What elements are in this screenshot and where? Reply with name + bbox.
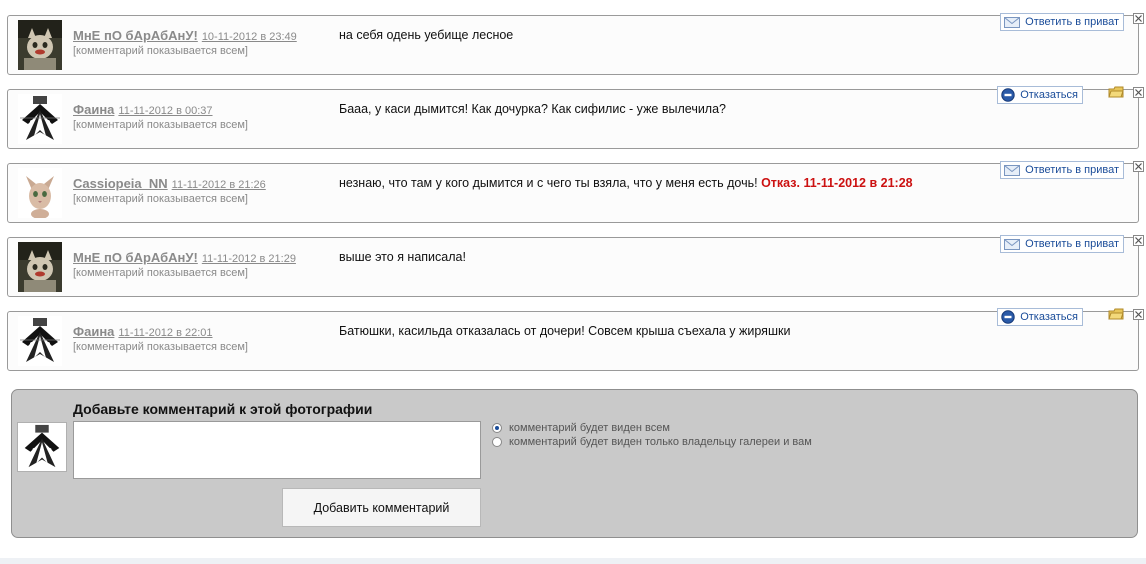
- refusal-notice: Отказ. 11-11-2012 в 21:28: [761, 176, 913, 190]
- refuse-label: Отказаться: [1020, 89, 1078, 101]
- minus-circle-icon: [1001, 310, 1015, 324]
- visibility-note: [комментарий показывается всем]: [73, 193, 248, 205]
- comment-text: выше это я написала!: [339, 250, 466, 264]
- avatar[interactable]: [18, 242, 62, 292]
- refuse-button[interactable]: Отказаться: [997, 308, 1083, 326]
- visibility-note: [комментарий показывается всем]: [73, 119, 248, 131]
- refuse-label: Отказаться: [1020, 311, 1078, 323]
- author-link[interactable]: МнЕ пО бАрАбАнУ! 11-11-2012 в 21:29: [73, 250, 296, 265]
- avatar: [17, 422, 67, 472]
- author-name[interactable]: Cassiopeia_NN: [73, 176, 168, 191]
- cat-avatar-icon: [18, 242, 62, 292]
- minus-circle-icon: [1001, 88, 1015, 102]
- avatar[interactable]: [18, 94, 62, 144]
- comment-item: МнЕ пО бАрАбАнУ! 11-11-2012 в 21:29 [комм…: [7, 235, 1144, 297]
- envelope-icon: [1004, 238, 1021, 250]
- author-link[interactable]: МнЕ пО бАрАбАнУ! 10-11-2012 в 23:49: [73, 28, 297, 43]
- bw-drawing-avatar-icon: [18, 316, 62, 366]
- visibility-note: [комментарий показывается всем]: [73, 267, 248, 279]
- reply-private-button[interactable]: Ответить в приват: [1000, 235, 1124, 253]
- comment-date: 10-11-2012 в 23:49: [201, 31, 297, 43]
- bw-drawing-avatar-icon: [18, 94, 62, 144]
- cat-avatar-icon: [18, 20, 62, 70]
- close-icon[interactable]: [1133, 87, 1144, 98]
- comment-body: на себя одень уебище лесное: [339, 28, 514, 42]
- comment-body: незнаю, что там у кого дымится и с чего …: [339, 176, 758, 190]
- add-comment-panel: Добавьте комментарий к этой фотографии к…: [11, 389, 1138, 538]
- visibility-note: [комментарий показывается всем]: [73, 341, 248, 353]
- author-name[interactable]: МнЕ пО бАрАбАнУ!: [73, 28, 198, 43]
- avatar[interactable]: [18, 168, 62, 218]
- radio-button-owner[interactable]: [492, 437, 502, 447]
- radio-button-all[interactable]: [492, 423, 502, 433]
- reply-private-label: Ответить в приват: [1025, 16, 1119, 28]
- comment-item: Фаина 11-11-2012 в 00:37 [комментарий пок…: [7, 86, 1144, 149]
- visibility-option-all[interactable]: комментарий будет виден всем: [492, 422, 670, 434]
- author-name[interactable]: Фаина: [73, 102, 114, 117]
- close-icon[interactable]: [1133, 13, 1144, 24]
- author-link[interactable]: Фаина 11-11-2012 в 22:01: [73, 324, 213, 339]
- envelope-icon: [1004, 164, 1021, 176]
- add-comment-title: Добавьте комментарий к этой фотографии: [73, 401, 373, 417]
- sphynx-cat-avatar-icon: [18, 168, 62, 218]
- envelope-icon: [1004, 16, 1021, 28]
- visibility-note: [комментарий показывается всем]: [73, 45, 248, 57]
- bw-drawing-avatar-icon: [20, 423, 64, 471]
- folder-icon[interactable]: [1108, 307, 1124, 320]
- author-name[interactable]: Фаина: [73, 324, 114, 339]
- close-icon[interactable]: [1133, 309, 1144, 320]
- folder-icon[interactable]: [1108, 85, 1124, 98]
- comment-text: на себя одень уебище лесное: [339, 28, 513, 42]
- comment-body: Бааа, у каси дымится! Как дочурка? Как с…: [339, 102, 727, 116]
- author-link[interactable]: Cassiopeia_NN 11-11-2012 в 21:26: [73, 176, 266, 191]
- comment-date: 11-11-2012 в 00:37: [118, 105, 213, 117]
- page-footer-strip: [0, 558, 1146, 564]
- avatar[interactable]: [18, 20, 62, 70]
- author-name[interactable]: МнЕ пО бАрАбАнУ!: [73, 250, 198, 265]
- comment-text: Бааа, у каси дымится! Как дочурка? Как с…: [339, 102, 726, 116]
- visibility-option-owner[interactable]: комментарий будет виден только владельцу…: [492, 436, 812, 448]
- comment-textarea[interactable]: [73, 421, 481, 479]
- comment-date: 11-11-2012 в 21:29: [201, 253, 296, 265]
- author-link[interactable]: Фаина 11-11-2012 в 00:37: [73, 102, 213, 117]
- add-comment-button[interactable]: Добавить комментарий: [282, 488, 481, 527]
- avatar[interactable]: [18, 316, 62, 366]
- close-icon[interactable]: [1133, 161, 1144, 172]
- comment-text: незнаю, что там у кого дымится и с чего …: [339, 176, 913, 190]
- comment-body: Батюшки, касильда отказалась от дочери! …: [339, 324, 791, 338]
- reply-private-label: Ответить в приват: [1025, 164, 1119, 176]
- refuse-button[interactable]: Отказаться: [997, 86, 1083, 104]
- comment-item: МнЕ пО бАрАбАнУ! 10-11-2012 в 23:49 [комм…: [7, 13, 1144, 75]
- comment-date: 11-11-2012 в 22:01: [118, 327, 213, 339]
- reply-private-button[interactable]: Ответить в приват: [1000, 13, 1124, 31]
- comment-text: Батюшки, касильда отказалась от дочери! …: [339, 324, 790, 338]
- reply-private-button[interactable]: Ответить в приват: [1000, 161, 1124, 179]
- comment-body: выше это я написала!: [339, 250, 466, 264]
- comment-item: Cassiopeia_NN 11-11-2012 в 21:26 [коммент…: [7, 161, 1144, 223]
- visibility-option-label: комментарий будет виден всем: [509, 422, 670, 434]
- reply-private-label: Ответить в приват: [1025, 238, 1119, 250]
- visibility-option-label: комментарий будет виден только владельцу…: [509, 436, 812, 448]
- close-icon[interactable]: [1133, 235, 1144, 246]
- comment-item: Фаина 11-11-2012 в 22:01 [комментарий пок…: [7, 308, 1144, 371]
- comment-date: 11-11-2012 в 21:26: [171, 179, 266, 191]
